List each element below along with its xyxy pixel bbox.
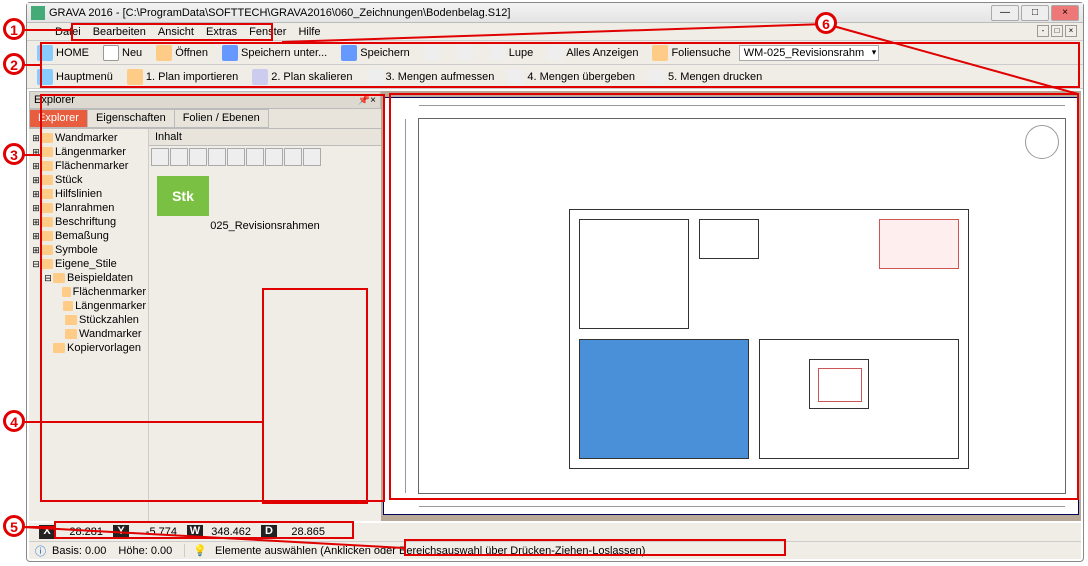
explorer-title: Explorer📌× bbox=[29, 91, 381, 109]
tab-explorer[interactable]: Explorer bbox=[29, 109, 88, 128]
floorplan bbox=[569, 209, 969, 469]
item-thumb: Stk bbox=[157, 176, 209, 216]
window-title: GRAVA 2016 - [C:\ProgramData\SOFTTECH\GR… bbox=[49, 7, 510, 19]
eye-icon bbox=[547, 45, 563, 61]
menu-bearbeiten[interactable]: Bearbeiten bbox=[87, 24, 152, 40]
show-all-button[interactable]: Alles Anzeigen bbox=[541, 43, 644, 63]
menu-datei[interactable]: Datei bbox=[49, 24, 87, 40]
export-icon bbox=[508, 69, 524, 85]
anno-6: 6 bbox=[815, 12, 837, 34]
save-icon bbox=[222, 45, 238, 61]
anno-4: 4 bbox=[3, 410, 25, 432]
step1-button[interactable]: 1. Plan importieren bbox=[121, 67, 244, 87]
home-icon bbox=[37, 45, 53, 61]
save-button[interactable]: Speichern bbox=[335, 43, 416, 63]
open-button[interactable]: Öffnen bbox=[150, 43, 214, 63]
explorer-tree[interactable]: ⊞Wandmarker ⊞Längenmarker ⊞Flächenmarker… bbox=[29, 129, 149, 521]
step3-button[interactable]: 3. Mengen aufmessen bbox=[361, 67, 501, 87]
anno-3: 3 bbox=[3, 143, 25, 165]
mdi-max[interactable]: □ bbox=[1051, 25, 1063, 37]
view-btn[interactable] bbox=[151, 148, 169, 166]
mdi-controls: - □ × bbox=[1035, 25, 1077, 37]
w-label: W bbox=[187, 525, 203, 539]
content-item[interactable]: Stk 025_Revisionsrahmen bbox=[157, 176, 373, 232]
save-as-button[interactable]: Speichern unter... bbox=[216, 43, 333, 63]
menu-hilfe[interactable]: Hilfe bbox=[292, 24, 326, 40]
anno-1: 1 bbox=[3, 18, 25, 40]
anno-2: 2 bbox=[3, 53, 25, 75]
file-icon bbox=[103, 45, 119, 61]
menubar: Datei Bearbeiten Ansicht Extras Fenster … bbox=[27, 23, 1083, 41]
layer-search-button[interactable]: Foliensuche bbox=[646, 43, 736, 63]
menu-fenster[interactable]: Fenster bbox=[243, 24, 292, 40]
toolbar-row2: Hauptmenü 1. Plan importieren 2. Plan sk… bbox=[27, 65, 1083, 89]
view-btn[interactable] bbox=[227, 148, 245, 166]
tab-folien[interactable]: Folien / Ebenen bbox=[174, 109, 269, 128]
menu-ansicht[interactable]: Ansicht bbox=[152, 24, 200, 40]
redo-icon bbox=[457, 45, 473, 61]
hoehe-value: Höhe: 0.00 bbox=[118, 545, 172, 557]
bulb-icon: 💡 bbox=[193, 544, 207, 557]
drawing-canvas[interactable] bbox=[381, 91, 1081, 521]
close-button[interactable]: × bbox=[1051, 5, 1079, 21]
main-area: Explorer📌× Explorer Eigenschaften Folien… bbox=[29, 91, 1081, 521]
folder-open-icon bbox=[156, 45, 172, 61]
undo-icon bbox=[424, 45, 440, 61]
layer-combo[interactable]: WM-025_Revisionsrahm bbox=[739, 45, 879, 61]
home-icon bbox=[37, 69, 53, 85]
content-tab-inhalt[interactable]: Inhalt bbox=[149, 129, 381, 146]
north-arrow-icon bbox=[1025, 125, 1059, 159]
maximize-button[interactable]: □ bbox=[1021, 5, 1049, 21]
minimize-button[interactable]: — bbox=[991, 5, 1019, 21]
tab-eigenschaften[interactable]: Eigenschaften bbox=[87, 109, 175, 128]
step4-button[interactable]: 4. Mengen übergeben bbox=[502, 67, 641, 87]
coord-row: X28.281 Y-5.774 W348.462 D28.865 bbox=[29, 523, 1081, 541]
undo-button[interactable] bbox=[418, 43, 449, 63]
status-hint: 💡 Elemente auswählen (Anklicken oder Ber… bbox=[184, 544, 653, 557]
d-label: D bbox=[261, 525, 277, 539]
mdi-close[interactable]: × bbox=[1065, 25, 1077, 37]
panel-close-icon[interactable]: × bbox=[370, 95, 376, 106]
explorer-panel: Explorer📌× Explorer Eigenschaften Folien… bbox=[29, 91, 381, 521]
zoom-button[interactable]: Lupe bbox=[484, 43, 539, 63]
mdi-min[interactable]: - bbox=[1037, 25, 1049, 37]
search-icon bbox=[652, 45, 668, 61]
app-icon bbox=[31, 6, 45, 20]
pin-icon[interactable]: 📌 bbox=[358, 95, 370, 106]
view-btn[interactable] bbox=[189, 148, 207, 166]
view-btn[interactable] bbox=[208, 148, 226, 166]
magnifier-icon bbox=[490, 45, 506, 61]
view-btn[interactable] bbox=[284, 148, 302, 166]
menu-extras[interactable]: Extras bbox=[200, 24, 243, 40]
item-label: 025_Revisionsrahmen bbox=[157, 220, 373, 232]
redo-button[interactable] bbox=[451, 43, 482, 63]
view-btn[interactable] bbox=[303, 148, 321, 166]
scale-icon bbox=[252, 69, 268, 85]
home-button[interactable]: HOME bbox=[31, 43, 95, 63]
view-btn[interactable] bbox=[170, 148, 188, 166]
hauptmenu-button[interactable]: Hauptmenü bbox=[31, 67, 119, 87]
view-btn[interactable] bbox=[246, 148, 264, 166]
anno-5: 5 bbox=[3, 515, 25, 537]
explorer-content: Inhalt Stk 025_Revisionsrahmen grava cur… bbox=[149, 129, 381, 521]
info-icon: ⓘ bbox=[35, 543, 46, 559]
new-button[interactable]: Neu bbox=[97, 43, 148, 63]
x-label: X bbox=[39, 525, 55, 539]
basis-value: Basis: 0.00 bbox=[52, 545, 106, 557]
measure-icon bbox=[367, 69, 383, 85]
titlebar: GRAVA 2016 - [C:\ProgramData\SOFTTECH\GR… bbox=[27, 3, 1083, 23]
step2-button[interactable]: 2. Plan skalieren bbox=[246, 67, 358, 87]
print-icon bbox=[649, 69, 665, 85]
statusbar: X28.281 Y-5.774 W348.462 D28.865 ⓘ Basis… bbox=[29, 523, 1081, 559]
toolbar-row1: HOME Neu Öffnen Speichern unter... Speic… bbox=[27, 41, 1083, 65]
save-icon bbox=[341, 45, 357, 61]
explorer-tabs: Explorer Eigenschaften Folien / Ebenen bbox=[29, 109, 381, 129]
plan-frame bbox=[418, 118, 1066, 494]
app-window: GRAVA 2016 - [C:\ProgramData\SOFTTECH\GR… bbox=[26, 2, 1084, 562]
view-btn[interactable] bbox=[265, 148, 283, 166]
step5-button[interactable]: 5. Mengen drucken bbox=[643, 67, 768, 87]
import-icon bbox=[127, 69, 143, 85]
y-label: Y bbox=[113, 525, 129, 539]
content-view-toolbar bbox=[149, 146, 381, 168]
